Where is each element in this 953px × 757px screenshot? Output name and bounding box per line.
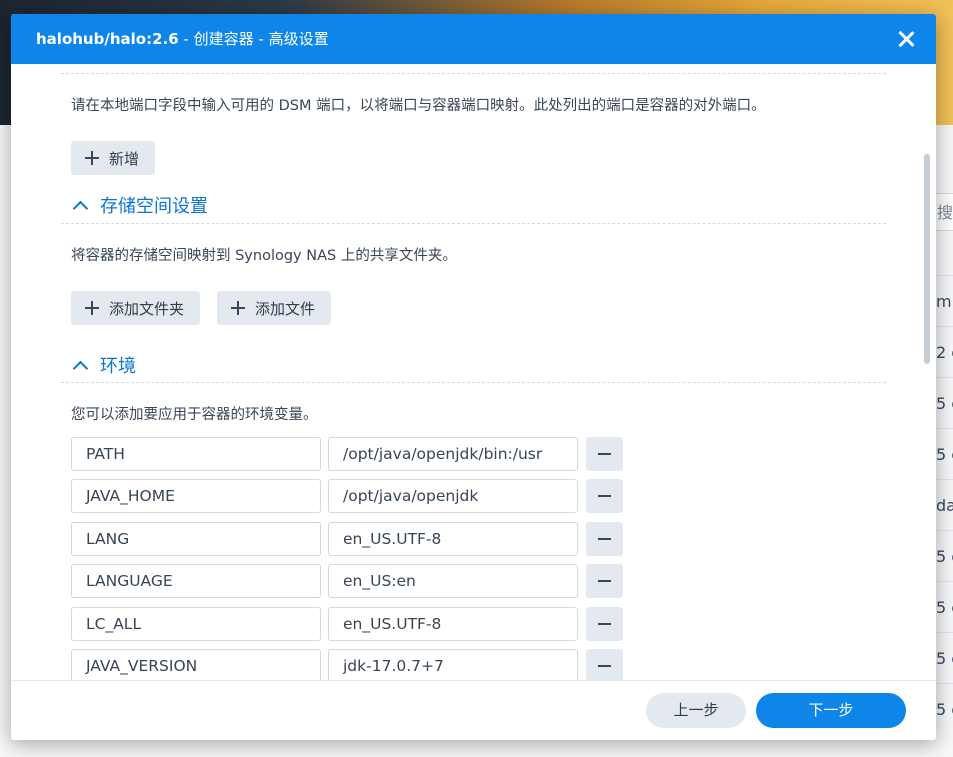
remove-variable-button[interactable] [586,437,623,471]
env-value-field[interactable]: en_US.UTF-8 [328,522,578,556]
background-list-item[interactable]: 5 c [936,428,953,480]
dialog-title-bar: halohub/halo:2.6 - 创建容器 - 高级设置 [11,14,936,64]
env-key-field[interactable]: LC_ALL [71,607,321,641]
add-folder-button[interactable]: 添加文件夹 [71,291,201,325]
ports-description: 请在本地端口字段中输入可用的 DSM 端口，以将端口与容器端口映射。此处列出的端… [71,98,766,114]
background-list-item[interactable]: 5 c [936,683,953,735]
environment-section-toggle[interactable]: 环境 [72,352,136,378]
env-key-field[interactable]: PATH [71,437,321,471]
divider [61,382,886,383]
remove-variable-button[interactable] [586,479,623,513]
remove-variable-button[interactable] [586,649,623,680]
title-image-name: halohub/halo:2.6 [36,30,179,48]
next-step-button[interactable]: 下一步 [756,693,906,728]
background-list-item[interactable]: m [936,275,953,327]
divider [61,73,886,74]
dialog-content[interactable]: 请在本地端口字段中输入可用的 DSM 端口，以将端口与容器端口映射。此处列出的端… [11,64,936,680]
title-step: 创建容器 [193,30,254,48]
plus-icon [85,301,99,315]
title-page: 高级设置 [268,30,329,48]
env-key-field[interactable]: LANG [71,522,321,556]
plus-icon [85,151,99,165]
content-scrollbar[interactable] [924,154,930,364]
env-value-field[interactable]: jdk-17.0.7+7 [328,649,578,680]
background-list-item[interactable]: 5 c [936,377,953,429]
background-list-item[interactable]: 2 c [936,326,953,378]
add-file-button[interactable]: 添加文件 [217,291,332,325]
background-list-item[interactable]: da [936,479,953,531]
background-list-item[interactable]: 5 c [936,530,953,582]
add-port-button[interactable]: 新增 [71,141,156,175]
env-key-field[interactable]: JAVA_HOME [71,479,321,513]
env-key-field[interactable]: LANGUAGE [71,564,321,598]
create-container-dialog: halohub/halo:2.6 - 创建容器 - 高级设置 请在本地端口字段中… [11,14,936,740]
remove-variable-button[interactable] [586,564,623,598]
storage-section-toggle[interactable]: 存储空间设置 [72,192,208,218]
env-value-field[interactable]: en_US:en [328,564,578,598]
storage-section-title: 存储空间设置 [100,196,208,217]
env-value-field[interactable]: /opt/java/openjdk/bin:/usr [328,437,578,471]
background-list-item[interactable]: 5 c [936,581,953,633]
close-icon[interactable] [894,27,918,51]
dialog-title: halohub/halo:2.6 - 创建容器 - 高级设置 [36,30,329,48]
dialog-footer: 上一步 下一步 [11,680,936,740]
environment-description: 您可以添加要应用于容器的环境变量。 [71,407,318,423]
chevron-up-icon [72,360,89,376]
env-key-field[interactable]: JAVA_VERSION [71,649,321,680]
remove-variable-button[interactable] [586,522,623,556]
chevron-up-icon [72,200,89,216]
remove-variable-button[interactable] [586,607,623,641]
env-value-field[interactable]: en_US.UTF-8 [328,607,578,641]
environment-section-title: 环境 [100,356,136,377]
background-list-item[interactable]: 5 c [936,632,953,684]
plus-icon [231,301,245,315]
previous-step-button[interactable]: 上一步 [646,693,746,728]
env-value-field[interactable]: /opt/java/openjdk [328,479,578,513]
divider [61,223,886,224]
storage-description: 将容器的存储空间映射到 Synology NAS 上的共享文件夹。 [71,248,457,264]
